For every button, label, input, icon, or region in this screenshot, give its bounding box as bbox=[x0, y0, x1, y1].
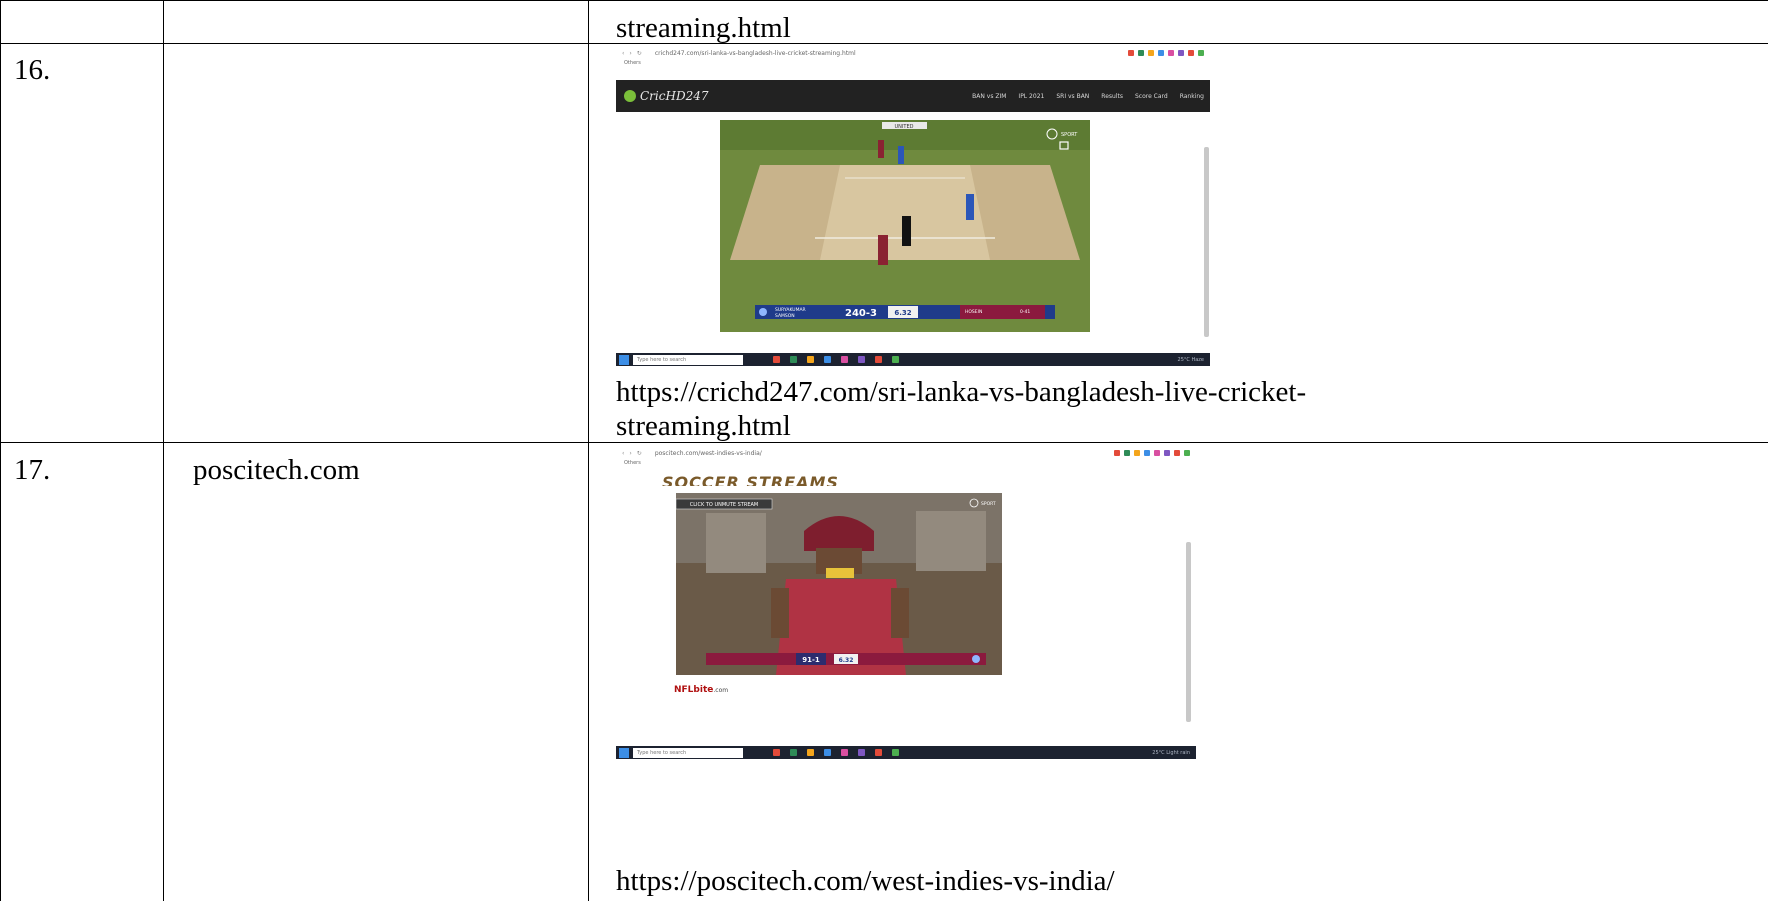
site-nav-item[interactable]: Ranking bbox=[1180, 93, 1204, 100]
browser-extension-icon[interactable] bbox=[1114, 450, 1120, 456]
browser-extension-icon[interactable] bbox=[1188, 50, 1194, 56]
browser-extension-icon[interactable] bbox=[1178, 50, 1184, 56]
browser-extension-icon[interactable] bbox=[1128, 50, 1134, 56]
taskbar-app-icons bbox=[773, 749, 899, 756]
taskbar-app-icon[interactable] bbox=[807, 749, 814, 756]
unmute-text: CLICK TO UNMUTE STREAM bbox=[690, 502, 758, 508]
taskbar-app-icon[interactable] bbox=[824, 749, 831, 756]
cricket-field-image: UNITED SPORT SURYAKUMAR SAMSON 240-3 6.3… bbox=[720, 120, 1090, 332]
row-number: 17. bbox=[14, 454, 51, 486]
page-header-text: SOCCER STREAMS bbox=[662, 473, 839, 486]
page-scrollbar[interactable] bbox=[1204, 147, 1209, 337]
taskbar-app-icon[interactable] bbox=[824, 356, 831, 363]
taskbar-app-icon[interactable] bbox=[858, 356, 865, 363]
taskbar-app-icon[interactable] bbox=[790, 749, 797, 756]
batter2-text: SAMSON bbox=[775, 313, 795, 319]
run-rate-text: 6.32 bbox=[839, 657, 854, 664]
browser-address-bar: ‹›↻ poscitech.com/west-indies-vs-india/ bbox=[616, 447, 1196, 459]
video-player: CLICK TO UNMUTE STREAM SPORT 91-1 6.32 bbox=[676, 493, 1002, 675]
table-border-left bbox=[0, 0, 1, 901]
taskbar-app-icon[interactable] bbox=[790, 356, 797, 363]
table-column-divider-1 bbox=[163, 0, 164, 901]
browser-extension-icon[interactable] bbox=[1148, 50, 1154, 56]
watermark-text: SPORT bbox=[1061, 132, 1078, 138]
taskbar-search-box[interactable]: Type here to search bbox=[633, 747, 743, 758]
taskbar-search-box[interactable]: Type here to search bbox=[633, 354, 743, 365]
logo-badge-icon bbox=[624, 90, 636, 102]
browser-extension-icon[interactable] bbox=[1138, 50, 1144, 56]
table-row-divider-2 bbox=[0, 442, 1768, 443]
taskbar-app-icon[interactable] bbox=[892, 749, 899, 756]
taskbar-app-icon[interactable] bbox=[892, 356, 899, 363]
taskbar-tray-text: 25°C Haze bbox=[1177, 356, 1204, 363]
brand-logo: NFLbite.com bbox=[674, 685, 729, 695]
browser-extension-icon[interactable] bbox=[1198, 50, 1204, 56]
batter1-text: SURYAKUMAR bbox=[775, 307, 806, 313]
browser-address-bar: ‹›↻ crichd247.com/sri-lanka-vs-banglades… bbox=[616, 47, 1210, 59]
page-scrollbar[interactable] bbox=[1186, 542, 1191, 722]
bookmarks-bar: Others bbox=[624, 460, 641, 466]
video-player: UNITED SPORT SURYAKUMAR SAMSON 240-3 6.3… bbox=[720, 120, 1090, 332]
url-line-1: https://crichd247.com/sri-lanka-vs-bangl… bbox=[616, 376, 1307, 408]
site-nav-item[interactable]: Score Card bbox=[1135, 93, 1168, 100]
bookmarks-bar: Others bbox=[624, 60, 641, 66]
site-logo: CricHD247 bbox=[624, 89, 708, 103]
score-text: 91-1 bbox=[802, 656, 820, 664]
site-navbar: CricHD247 BAN vs ZIM IPL 2021 SRI vs BAN Re… bbox=[616, 80, 1210, 112]
taskbar-app-icon[interactable] bbox=[858, 749, 865, 756]
url-tail-text: streaming.html bbox=[616, 12, 791, 44]
browser-url: crichd247.com/sri-lanka-vs-bangladesh-li… bbox=[654, 49, 856, 57]
bowler-figures-text: 0-41 bbox=[1020, 309, 1030, 315]
banner-text: UNITED bbox=[895, 124, 914, 130]
table-border-top bbox=[0, 0, 1768, 1]
url-line-2: streaming.html bbox=[616, 410, 791, 442]
table-row-divider-1 bbox=[0, 43, 1768, 44]
url-line-1: https://poscitech.com/west-indies-vs-ind… bbox=[616, 865, 1115, 897]
taskbar-app-icon[interactable] bbox=[773, 749, 780, 756]
taskbar-app-icon[interactable] bbox=[875, 356, 882, 363]
site-name: poscitech.com bbox=[193, 454, 360, 486]
browser-extension-icon[interactable] bbox=[1124, 450, 1130, 456]
browser-extension-icon[interactable] bbox=[1168, 50, 1174, 56]
browser-url: poscitech.com/west-indies-vs-india/ bbox=[654, 449, 762, 457]
taskbar-app-icon[interactable] bbox=[841, 749, 848, 756]
browser-extension-icon[interactable] bbox=[1184, 450, 1190, 456]
taskbar-app-icon[interactable] bbox=[841, 356, 848, 363]
site-nav-item[interactable]: BAN vs ZIM bbox=[972, 93, 1006, 100]
browser-extension-icon[interactable] bbox=[1164, 450, 1170, 456]
browser-nav-icons: ‹›↻ bbox=[622, 49, 647, 57]
table-column-divider-2 bbox=[588, 0, 589, 901]
taskbar-app-icon[interactable] bbox=[807, 356, 814, 363]
browser-extension-icon[interactable] bbox=[1134, 450, 1140, 456]
site-nav-item[interactable]: SRI vs BAN bbox=[1056, 93, 1089, 100]
run-rate-text: 6.32 bbox=[894, 309, 911, 317]
browser-extension-icons bbox=[1128, 50, 1204, 56]
browser-extension-icons bbox=[1114, 450, 1190, 456]
windows-taskbar: Type here to search 25°C Haze bbox=[616, 353, 1210, 366]
watermark-text: SPORT bbox=[981, 501, 996, 507]
browser-extension-icon[interactable] bbox=[1158, 50, 1164, 56]
site-nav-item[interactable]: Results bbox=[1101, 93, 1123, 100]
screenshot-poscitech: ‹›↻ poscitech.com/west-indies-vs-india/ … bbox=[616, 447, 1196, 765]
taskbar-app-icons bbox=[773, 356, 899, 363]
windows-start-icon[interactable] bbox=[619, 354, 629, 365]
browser-extension-icon[interactable] bbox=[1154, 450, 1160, 456]
windows-start-icon[interactable] bbox=[619, 747, 629, 758]
screenshot-crichd247: ‹›↻ crichd247.com/sri-lanka-vs-banglades… bbox=[616, 47, 1210, 370]
row-number: 16. bbox=[14, 54, 51, 86]
site-nav-items: BAN vs ZIM IPL 2021 SRI vs BAN Results Score… bbox=[972, 93, 1204, 100]
cricket-player-image: CLICK TO UNMUTE STREAM SPORT 91-1 6.32 bbox=[676, 493, 1002, 675]
bowler-text: HOSEIN bbox=[965, 309, 982, 315]
windows-taskbar: Type here to search 25°C Light rain bbox=[616, 746, 1196, 759]
site-nav-item[interactable]: IPL 2021 bbox=[1018, 93, 1044, 100]
taskbar-app-icon[interactable] bbox=[773, 356, 780, 363]
browser-extension-icon[interactable] bbox=[1144, 450, 1150, 456]
browser-extension-icon[interactable] bbox=[1174, 450, 1180, 456]
taskbar-app-icon[interactable] bbox=[875, 749, 882, 756]
taskbar-tray-text: 25°C Light rain bbox=[1152, 749, 1190, 756]
browser-nav-icons: ‹›↻ bbox=[622, 449, 647, 457]
score-text: 240-3 bbox=[845, 308, 877, 319]
